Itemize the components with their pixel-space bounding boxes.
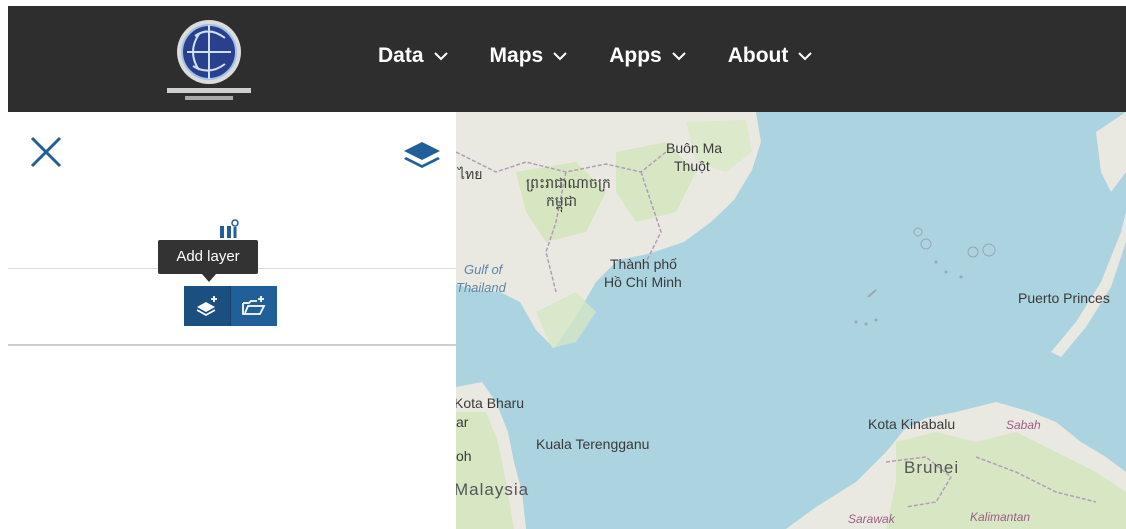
map-label-gulf: Thailand (456, 280, 506, 295)
layers-toggle-button[interactable] (400, 138, 444, 174)
layer-panel: Add layer (8, 112, 456, 529)
map-label-buon-ma-thuot: Buôn Ma (666, 140, 723, 156)
map-label-thailand: ไทย (458, 166, 483, 182)
map-label-kota-bharu: Kota Bharu (456, 395, 525, 411)
map-label-ar: ar (456, 414, 469, 430)
nav-apps[interactable]: Apps (609, 44, 686, 68)
tooltip-arrow (202, 274, 216, 282)
map-view[interactable]: ไทย Buôn Ma Thuột ព្រះរាជាណាចក្រ កម្ពុជា… (456, 112, 1126, 529)
info-icon (218, 218, 240, 240)
chevron-down-icon (553, 52, 567, 61)
map-label-kuala-terengganu: Kuala Terengganu (536, 436, 650, 452)
nav-apps-label: Apps (609, 44, 662, 67)
nav-about[interactable]: About (728, 44, 813, 68)
map-label-gulf: Gulf of (464, 262, 503, 277)
map-label-puerto-princesa: Puerto Princes (1018, 290, 1110, 306)
nav-data-label: Data (378, 44, 424, 67)
nav-about-label: About (727, 44, 789, 67)
panel-divider (8, 344, 456, 346)
map-label-sarawak: Sarawak (848, 512, 895, 526)
map-label-malaysia: Malaysia (456, 480, 530, 499)
chevron-down-icon (672, 52, 686, 61)
chevron-down-icon (798, 52, 813, 61)
main-menu: Data Maps Apps About (378, 44, 813, 68)
open-folder-button[interactable] (231, 286, 277, 326)
layer-tools (184, 286, 277, 326)
nav-maps-label: Maps (489, 44, 544, 67)
close-panel-button[interactable] (28, 134, 64, 170)
map-label-sabah: Sabah (1006, 418, 1041, 432)
map-label-oh: oh (456, 448, 472, 464)
chevron-down-icon (433, 52, 448, 61)
map-label-brunei: Brunei (904, 458, 960, 477)
layers-icon (404, 142, 440, 168)
map-label-cambodia: កម្ពុជា (546, 193, 578, 209)
nav-data[interactable]: Data (378, 44, 448, 68)
add-layer-tooltip: Add layer (158, 240, 258, 274)
site-logo[interactable] (163, 12, 255, 112)
add-layer-button[interactable] (184, 286, 231, 326)
map-label-kota-kinabalu: Kota Kinabalu (868, 416, 956, 432)
top-navigation-bar: Data Maps Apps About (8, 6, 1126, 112)
add-layer-icon (196, 296, 217, 317)
nav-maps[interactable]: Maps (490, 44, 568, 68)
map-label-buon-ma-thuot: Thuột (674, 158, 710, 174)
map-label-hcm: Thành phố (610, 256, 677, 272)
map-label-hcm: Hồ Chí Minh (604, 274, 682, 290)
folder-add-icon (242, 296, 266, 315)
map-label-kalimantan: Kalimantan (970, 510, 1031, 524)
close-icon (30, 136, 62, 168)
